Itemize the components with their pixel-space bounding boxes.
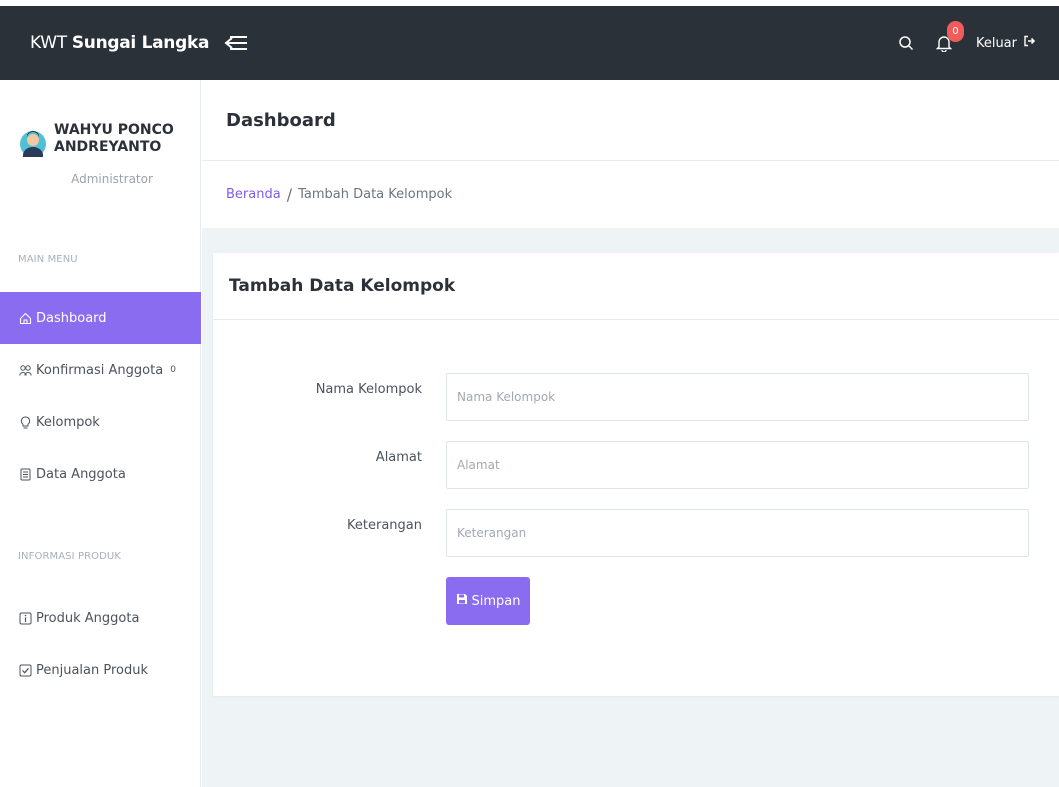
sidebar-item-count: 0 (170, 365, 176, 375)
save-button[interactable]: Simpan (446, 577, 530, 625)
top-navbar: KWT Sungai Langka 0 Keluar (0, 0, 1059, 80)
notification-badge: 0 (946, 21, 964, 42)
alamat-label: Alamat (375, 450, 422, 465)
brand-prefix: KWT (30, 33, 67, 53)
sidebar-item-data-anggota[interactable]: Data Anggota (0, 448, 201, 500)
alamat-input[interactable] (446, 441, 1029, 489)
sidebar-item-label: Kelompok (36, 414, 100, 430)
save-icon (456, 593, 468, 609)
sidebar-item-dashboard[interactable]: Dashboard (0, 292, 201, 344)
sidebar-item-penjualan-produk[interactable]: Penjualan Produk (0, 644, 201, 696)
brand-logo[interactable]: KWT Sungai Langka (30, 33, 209, 53)
notification-bell-icon[interactable]: 0 (932, 21, 964, 55)
top-right-actions: 0 Keluar (894, 6, 1036, 80)
card-header: Tambah Data Kelompok (213, 253, 1059, 320)
brand-name: Sungai Langka (71, 33, 210, 53)
logout-button[interactable]: Keluar (975, 35, 1036, 51)
keterangan-label: Keterangan (347, 518, 422, 533)
sidebar-item-label: Data Anggota (36, 466, 126, 482)
avatar (20, 124, 46, 164)
sidebar: WAHYU PONCO ANDREYANTO Administrator MAI… (0, 80, 201, 787)
home-icon (18, 311, 32, 325)
section-main-menu: MAIN MENU (18, 254, 78, 265)
nama-kelompok-input[interactable] (446, 373, 1029, 421)
list-icon (18, 467, 32, 481)
bulb-icon (18, 415, 32, 429)
form-row-nama-kelompok: Nama Kelompok (213, 373, 1059, 421)
keterangan-input[interactable] (446, 509, 1029, 557)
info-icon (18, 611, 32, 625)
page-title: Dashboard (226, 109, 336, 131)
menu-toggle-icon[interactable] (223, 33, 249, 53)
check-icon (18, 663, 32, 677)
page-header: Dashboard (202, 80, 1059, 161)
section-informasi-produk: INFORMASI PRODUK (18, 551, 121, 562)
breadcrumb-home-link[interactable]: Beranda (226, 187, 281, 202)
sidebar-item-label: Dashboard (36, 310, 107, 326)
profile-name: WAHYU PONCO ANDREYANTO (54, 122, 174, 155)
sidebar-item-label: Konfirmasi Anggota (36, 362, 164, 378)
card-title: Tambah Data Kelompok (229, 276, 456, 296)
nama-kelompok-label: Nama Kelompok (315, 382, 422, 397)
sidebar-item-label: Produk Anggota (36, 610, 140, 626)
sidebar-item-label: Penjualan Produk (36, 662, 149, 678)
user-profile: WAHYU PONCO ANDREYANTO (0, 80, 200, 164)
form-row-alamat: Alamat (213, 441, 1059, 489)
breadcrumb-separator: / (286, 185, 293, 204)
breadcrumb-current: Tambah Data Kelompok (298, 187, 453, 202)
save-button-label: Simpan (471, 593, 521, 609)
users-icon (18, 363, 32, 377)
sidebar-item-konfirmasi-anggota[interactable]: Konfirmasi Anggota 0 (0, 344, 201, 396)
search-icon[interactable] (894, 31, 918, 55)
logout-icon (1023, 35, 1036, 51)
sidebar-item-produk-anggota[interactable]: Produk Anggota (0, 592, 201, 644)
breadcrumb: Beranda / Tambah Data Kelompok (202, 161, 1059, 228)
form-row-keterangan: Keterangan (213, 509, 1059, 557)
main-content: Dashboard Beranda / Tambah Data Kelompok… (202, 80, 1059, 787)
profile-role: Administrator (71, 172, 153, 186)
sidebar-item-kelompok[interactable]: Kelompok (0, 396, 201, 448)
logout-label: Keluar (975, 35, 1017, 51)
form-card: Tambah Data Kelompok Nama Kelompok Alama… (213, 253, 1059, 696)
